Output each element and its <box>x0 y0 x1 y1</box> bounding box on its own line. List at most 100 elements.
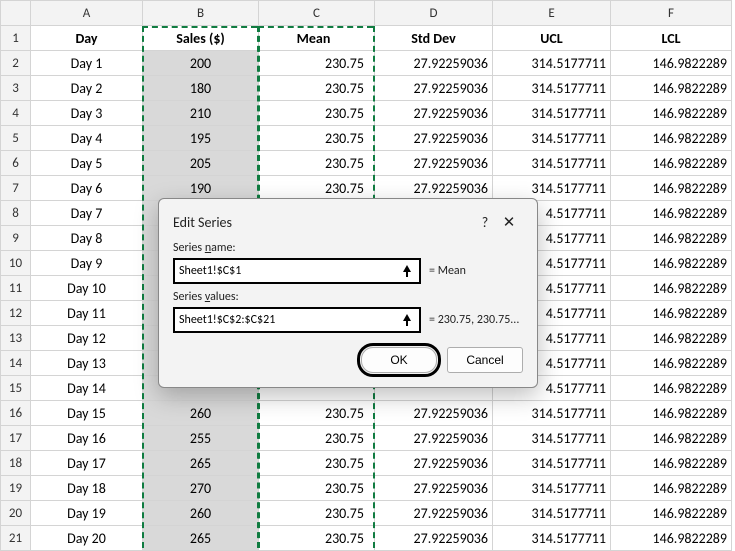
cell[interactable]: Day 1 <box>31 51 143 76</box>
cell[interactable]: 27.92259036 <box>375 51 493 76</box>
row-header[interactable]: 7 <box>1 176 31 201</box>
cell[interactable]: 265 <box>143 526 259 551</box>
cell[interactable]: 195 <box>143 126 259 151</box>
cell[interactable]: 314.5177711 <box>493 501 611 526</box>
cell[interactable]: UCL <box>493 26 611 51</box>
cell[interactable]: Day <box>31 26 143 51</box>
cell[interactable]: 230.75 <box>259 451 375 476</box>
cell[interactable]: Day 2 <box>31 76 143 101</box>
close-icon[interactable]: ✕ <box>495 213 523 232</box>
row-header[interactable]: 14 <box>1 351 31 376</box>
cell[interactable]: 230.75 <box>259 476 375 501</box>
row-header[interactable]: 12 <box>1 301 31 326</box>
col-header-A[interactable]: A <box>31 1 143 26</box>
cell[interactable]: Day 14 <box>31 376 143 401</box>
cell[interactable]: 260 <box>143 501 259 526</box>
cell[interactable]: Day 4 <box>31 126 143 151</box>
cell[interactable]: Day 5 <box>31 151 143 176</box>
cell[interactable]: 146.9822289 <box>611 151 732 176</box>
row-header[interactable]: 6 <box>1 151 31 176</box>
cell[interactable]: 314.5177711 <box>493 451 611 476</box>
cell[interactable]: 230.75 <box>259 176 375 201</box>
row-header[interactable]: 2 <box>1 51 31 76</box>
ok-button[interactable]: OK <box>361 347 437 373</box>
cell[interactable]: 230.75 <box>259 76 375 101</box>
cell[interactable]: Mean <box>259 26 375 51</box>
cell[interactable]: 27.92259036 <box>375 501 493 526</box>
row-header[interactable]: 20 <box>1 501 31 526</box>
cell[interactable]: 27.92259036 <box>375 426 493 451</box>
cell[interactable]: Day 13 <box>31 351 143 376</box>
cell[interactable]: 210 <box>143 101 259 126</box>
cell[interactable]: 146.9822289 <box>611 301 732 326</box>
col-header-F[interactable]: F <box>611 1 732 26</box>
cell[interactable]: 146.9822289 <box>611 101 732 126</box>
series-name-input[interactable] <box>179 264 399 278</box>
cell[interactable]: 27.92259036 <box>375 126 493 151</box>
cell[interactable]: 27.92259036 <box>375 151 493 176</box>
cell[interactable]: 146.9822289 <box>611 376 732 401</box>
col-header-C[interactable]: C <box>259 1 375 26</box>
cell[interactable]: 146.9822289 <box>611 426 732 451</box>
cell[interactable]: 314.5177711 <box>493 401 611 426</box>
cell[interactable]: 27.92259036 <box>375 451 493 476</box>
cell[interactable]: 27.92259036 <box>375 526 493 551</box>
row-header[interactable]: 18 <box>1 451 31 476</box>
row-header[interactable]: 21 <box>1 526 31 551</box>
cell[interactable]: 230.75 <box>259 501 375 526</box>
cell[interactable]: 270 <box>143 476 259 501</box>
row-header[interactable]: 17 <box>1 426 31 451</box>
cell[interactable]: 146.9822289 <box>611 526 732 551</box>
cell[interactable]: 230.75 <box>259 401 375 426</box>
cell[interactable]: Day 20 <box>31 526 143 551</box>
cell[interactable]: 314.5177711 <box>493 126 611 151</box>
cell[interactable]: 146.9822289 <box>611 326 732 351</box>
cell[interactable]: Day 15 <box>31 401 143 426</box>
cell[interactable]: Day 12 <box>31 326 143 351</box>
cell[interactable]: 255 <box>143 426 259 451</box>
cell[interactable]: 314.5177711 <box>493 151 611 176</box>
cell[interactable]: 146.9822289 <box>611 176 732 201</box>
row-header[interactable]: 15 <box>1 376 31 401</box>
cell[interactable]: 200 <box>143 51 259 76</box>
cell[interactable]: Day 16 <box>31 426 143 451</box>
cell[interactable]: 27.92259036 <box>375 476 493 501</box>
cell[interactable]: 27.92259036 <box>375 401 493 426</box>
cell[interactable]: Sales ($) <box>143 26 259 51</box>
row-header[interactable]: 9 <box>1 226 31 251</box>
cell[interactable]: Day 10 <box>31 276 143 301</box>
cell[interactable]: 230.75 <box>259 526 375 551</box>
cell[interactable]: 314.5177711 <box>493 526 611 551</box>
help-icon[interactable]: ? <box>475 214 495 231</box>
cell[interactable]: 314.5177711 <box>493 476 611 501</box>
cell[interactable]: 146.9822289 <box>611 401 732 426</box>
cell[interactable]: Day 19 <box>31 501 143 526</box>
cell[interactable]: 314.5177711 <box>493 76 611 101</box>
cell[interactable]: 205 <box>143 151 259 176</box>
cell[interactable]: 146.9822289 <box>611 201 732 226</box>
col-header-D[interactable]: D <box>375 1 493 26</box>
cell[interactable]: 314.5177711 <box>493 101 611 126</box>
row-header[interactable]: 11 <box>1 276 31 301</box>
dialog-titlebar[interactable]: Edit Series ? ✕ <box>173 209 523 235</box>
cell[interactable]: 230.75 <box>259 51 375 76</box>
cell[interactable]: 230.75 <box>259 126 375 151</box>
row-header[interactable]: 8 <box>1 201 31 226</box>
cell[interactable]: 146.9822289 <box>611 51 732 76</box>
cell[interactable]: 146.9822289 <box>611 226 732 251</box>
cell[interactable]: 190 <box>143 176 259 201</box>
cell[interactable]: Std Dev <box>375 26 493 51</box>
col-header-B[interactable]: B <box>143 1 259 26</box>
cell[interactable]: 146.9822289 <box>611 126 732 151</box>
cell[interactable]: 230.75 <box>259 151 375 176</box>
cancel-button[interactable]: Cancel <box>447 347 523 373</box>
cell[interactable]: 27.92259036 <box>375 101 493 126</box>
cell[interactable]: 265 <box>143 451 259 476</box>
cell[interactable]: 314.5177711 <box>493 426 611 451</box>
cell[interactable]: 230.75 <box>259 426 375 451</box>
row-header[interactable]: 1 <box>1 26 31 51</box>
cell[interactable]: 146.9822289 <box>611 251 732 276</box>
cell[interactable]: 146.9822289 <box>611 451 732 476</box>
cell[interactable]: 314.5177711 <box>493 51 611 76</box>
select-all-corner[interactable] <box>1 1 31 26</box>
